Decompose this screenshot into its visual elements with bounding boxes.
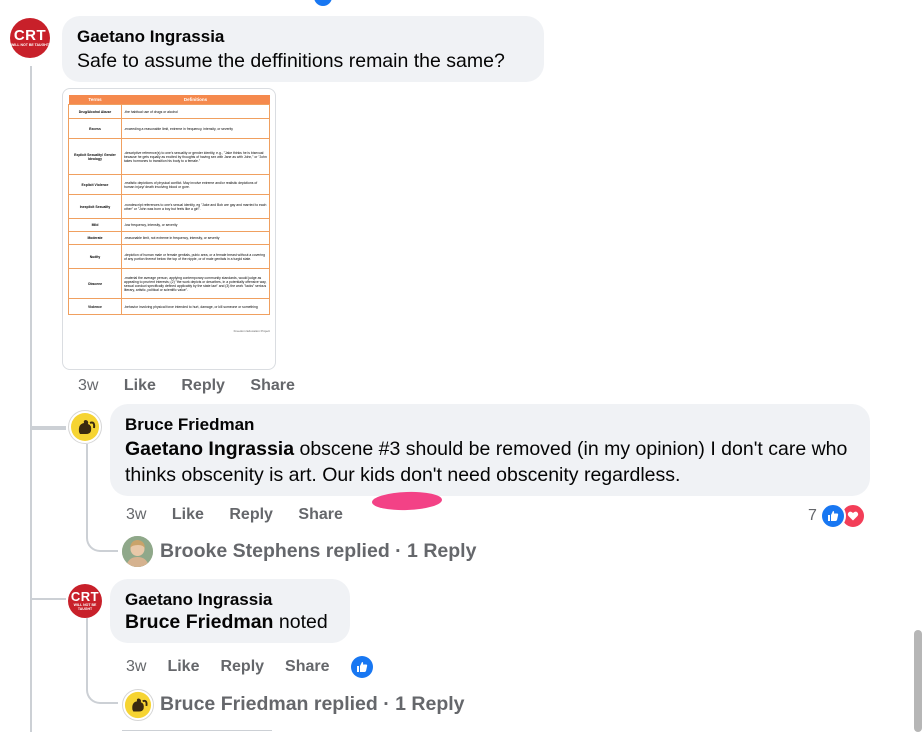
like-button[interactable]: Like [124, 377, 156, 394]
share-button[interactable]: Share [250, 377, 294, 394]
comment-timestamp[interactable]: 3w [78, 377, 98, 394]
term-cell: Violence [68, 298, 122, 315]
table-row: Nudity -depiction of human male or female… [68, 244, 270, 269]
mention-link[interactable]: Gaetano Ingrassia [125, 438, 294, 460]
thread-connector-2 [32, 598, 66, 600]
like-button[interactable]: Like [172, 506, 204, 523]
attachment-image[interactable]: Terms Definitions Drug/Alcohol Abuse -the… [62, 88, 276, 370]
avatar-logo-subtext: WILL NOT BE TAUGHT [11, 43, 49, 47]
table-row: Obscene -material the average person, app… [68, 268, 270, 299]
definitions-table: Terms Definitions Drug/Alcohol Abuse -the… [68, 95, 270, 315]
comment-actions: 3w Like Reply Share [126, 506, 364, 524]
thread-line-main [30, 66, 32, 732]
comment-bubble: Bruce Friedman Gaetano Ingrassia obscene… [110, 404, 870, 496]
term-cell: Obscene [68, 268, 122, 299]
divider [122, 730, 272, 731]
comment-author[interactable]: Bruce Friedman [125, 415, 254, 435]
table-header-terms: Terms [68, 95, 122, 105]
reply-button[interactable]: Reply [229, 506, 273, 523]
term-cell: Explicit Violence [68, 174, 122, 195]
definition-cell: -exceeding a reasonable limit, extreme i… [121, 118, 270, 139]
table-header-definitions: Definitions [121, 95, 270, 105]
definition-cell: -the habitual use of drugs or alcohol [121, 104, 270, 119]
mention-link[interactable]: Bruce Friedman [125, 611, 273, 633]
avatar-logo-text: CRT [70, 589, 100, 604]
squirrel-icon [124, 691, 152, 719]
scrollbar[interactable] [914, 630, 922, 732]
table-row: Explicit Violence -realistic depictions o… [68, 174, 270, 195]
reply-connector-1 [86, 520, 118, 552]
comment-author[interactable]: Gaetano Ingrassia [125, 590, 272, 610]
reaction-count: 7 [808, 507, 817, 524]
definition-cell: -low frequency, intensity, or severity [121, 218, 270, 232]
comment-actions: 3w Like Reply Share [126, 656, 373, 678]
table-row: Inexplicit Sexuality -nondescript referen… [68, 194, 270, 219]
avatar-logo-subtext: WILL NOT BE TAUGHT [73, 603, 97, 611]
definition-cell: -depiction of human male or female genit… [121, 244, 270, 269]
avatar[interactable] [68, 410, 102, 444]
definition-cell: -material the average person, applying c… [121, 268, 270, 299]
term-cell: Moderate [68, 231, 122, 245]
person-photo-icon [122, 536, 153, 567]
reply-button[interactable]: Reply [181, 377, 225, 394]
definition-cell: -behavior involving physical force inten… [121, 298, 270, 315]
table-row: Explicit Sexuality/ Gender Ideology -desc… [68, 138, 270, 175]
reply-connector-2 [86, 672, 118, 704]
avatar[interactable]: CRT WILL NOT BE TAUGHT [10, 18, 50, 58]
view-replies-link[interactable]: Bruce Friedman replied · 1 Reply [160, 693, 465, 716]
avatar-logo-text: CRT [13, 27, 47, 44]
table-row: Violence -behavior involving physical for… [68, 298, 270, 315]
term-cell: Drug/Alcohol Abuse [68, 104, 122, 119]
term-cell: Inexplicit Sexuality [68, 194, 122, 219]
comment-text-container: Gaetano Ingrassia obscene #3 should be r… [125, 436, 860, 488]
reply-button[interactable]: Reply [220, 658, 264, 676]
attachment-footer: Freedom Education Project [233, 329, 270, 333]
share-button[interactable]: Share [298, 506, 342, 523]
definition-cell: -descriptive reference(s) to one's sexua… [121, 138, 270, 175]
comment-timestamp[interactable]: 3w [126, 506, 146, 523]
definition-cell: -nondescript references to one's sexual … [121, 194, 270, 219]
definition-cell: -reasonable limit, not extreme in freque… [121, 231, 270, 245]
definition-cell: -realistic depictions of physical confli… [121, 174, 270, 195]
comment-bubble: Gaetano Ingrassia Bruce Friedman noted [110, 579, 350, 643]
comment-author[interactable]: Gaetano Ingrassia [77, 27, 224, 47]
term-cell: Nudity [68, 244, 122, 269]
comment-timestamp[interactable]: 3w [126, 658, 146, 676]
comment-bubble: Gaetano Ingrassia Safe to assume the def… [62, 16, 544, 82]
table-row: Moderate -reasonable limit, not extreme i… [68, 231, 270, 245]
thread-connector-1b [32, 426, 66, 428]
share-button[interactable]: Share [285, 658, 329, 676]
term-cell: Mild [68, 218, 122, 232]
comment-text: Safe to assume the deffinitions remain t… [77, 50, 505, 72]
like-reaction-icon [819, 503, 846, 529]
term-cell: Excess [68, 118, 122, 139]
reaction-summary[interactable]: 7 [808, 503, 866, 529]
like-reaction-icon[interactable] [350, 656, 373, 678]
view-replies-link[interactable]: Brooke Stephens replied · 1 Reply [160, 540, 476, 563]
like-button[interactable]: Like [167, 658, 199, 676]
avatar[interactable] [122, 536, 153, 567]
term-cell: Explicit Sexuality/ Gender Ideology [68, 138, 122, 175]
table-row: Excess -exceeding a reasonable limit, ext… [68, 118, 270, 139]
squirrel-icon [71, 413, 99, 441]
comment-text-container: Bruce Friedman noted [125, 609, 328, 635]
avatar[interactable] [122, 689, 154, 721]
comment-text: noted [273, 611, 328, 633]
avatar[interactable]: CRT WILL NOT BE TAUGHT [68, 584, 102, 618]
comment-actions: 3w Like Reply Share [78, 377, 316, 395]
reaction-icon-partial [314, 0, 332, 6]
table-row: Mild -low frequency, intensity, or severi… [68, 218, 270, 232]
table-row: Drug/Alcohol Abuse -the habitual use of d… [68, 104, 270, 119]
